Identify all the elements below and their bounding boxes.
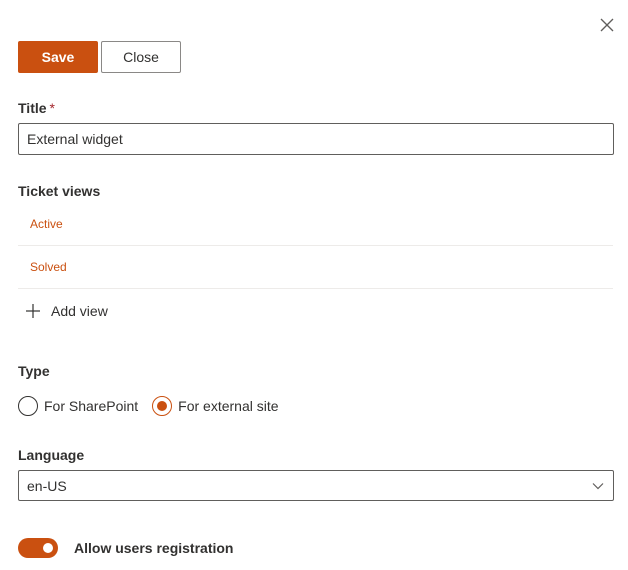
view-item-active[interactable]: Active	[18, 203, 613, 246]
toggle-knob	[43, 543, 53, 553]
registration-toggle-row: Allow users registration	[18, 538, 233, 558]
language-dropdown[interactable]: en-US	[18, 470, 614, 501]
radio-label-external: For external site	[178, 398, 279, 414]
type-label: Type	[18, 363, 50, 379]
ticket-views-label: Ticket views	[18, 183, 101, 199]
view-item-solved[interactable]: Solved	[18, 246, 613, 289]
radio-for-sharepoint[interactable]: For SharePoint	[18, 396, 138, 416]
title-label-text: Title	[18, 100, 47, 116]
toolbar: Save Close	[18, 41, 181, 73]
language-label: Language	[18, 447, 85, 463]
radio-for-external-site[interactable]: For external site	[152, 396, 279, 416]
language-selected-value: en-US	[27, 477, 67, 494]
close-icon[interactable]	[598, 16, 616, 34]
radio-label-sharepoint: For SharePoint	[44, 398, 139, 414]
close-button[interactable]: Close	[101, 41, 181, 73]
chevron-down-icon	[592, 483, 604, 490]
registration-toggle-label: Allow users registration	[74, 540, 234, 556]
registration-toggle[interactable]	[18, 538, 58, 558]
save-button[interactable]: Save	[18, 41, 98, 73]
plus-icon	[26, 304, 40, 318]
title-input[interactable]	[18, 123, 614, 155]
widget-settings-panel: Save Close Title* Ticket views Active So…	[0, 0, 628, 570]
type-radio-group: For SharePoint For external site	[18, 396, 279, 416]
ticket-views-list: Active Solved	[18, 203, 613, 289]
required-marker: *	[49, 100, 55, 116]
add-view-label: Add view	[51, 303, 108, 319]
radio-circle-checked[interactable]	[152, 396, 173, 416]
radio-circle-unchecked[interactable]	[18, 396, 38, 416]
add-view-button[interactable]: Add view	[25, 303, 108, 319]
title-label: Title *	[18, 100, 55, 116]
